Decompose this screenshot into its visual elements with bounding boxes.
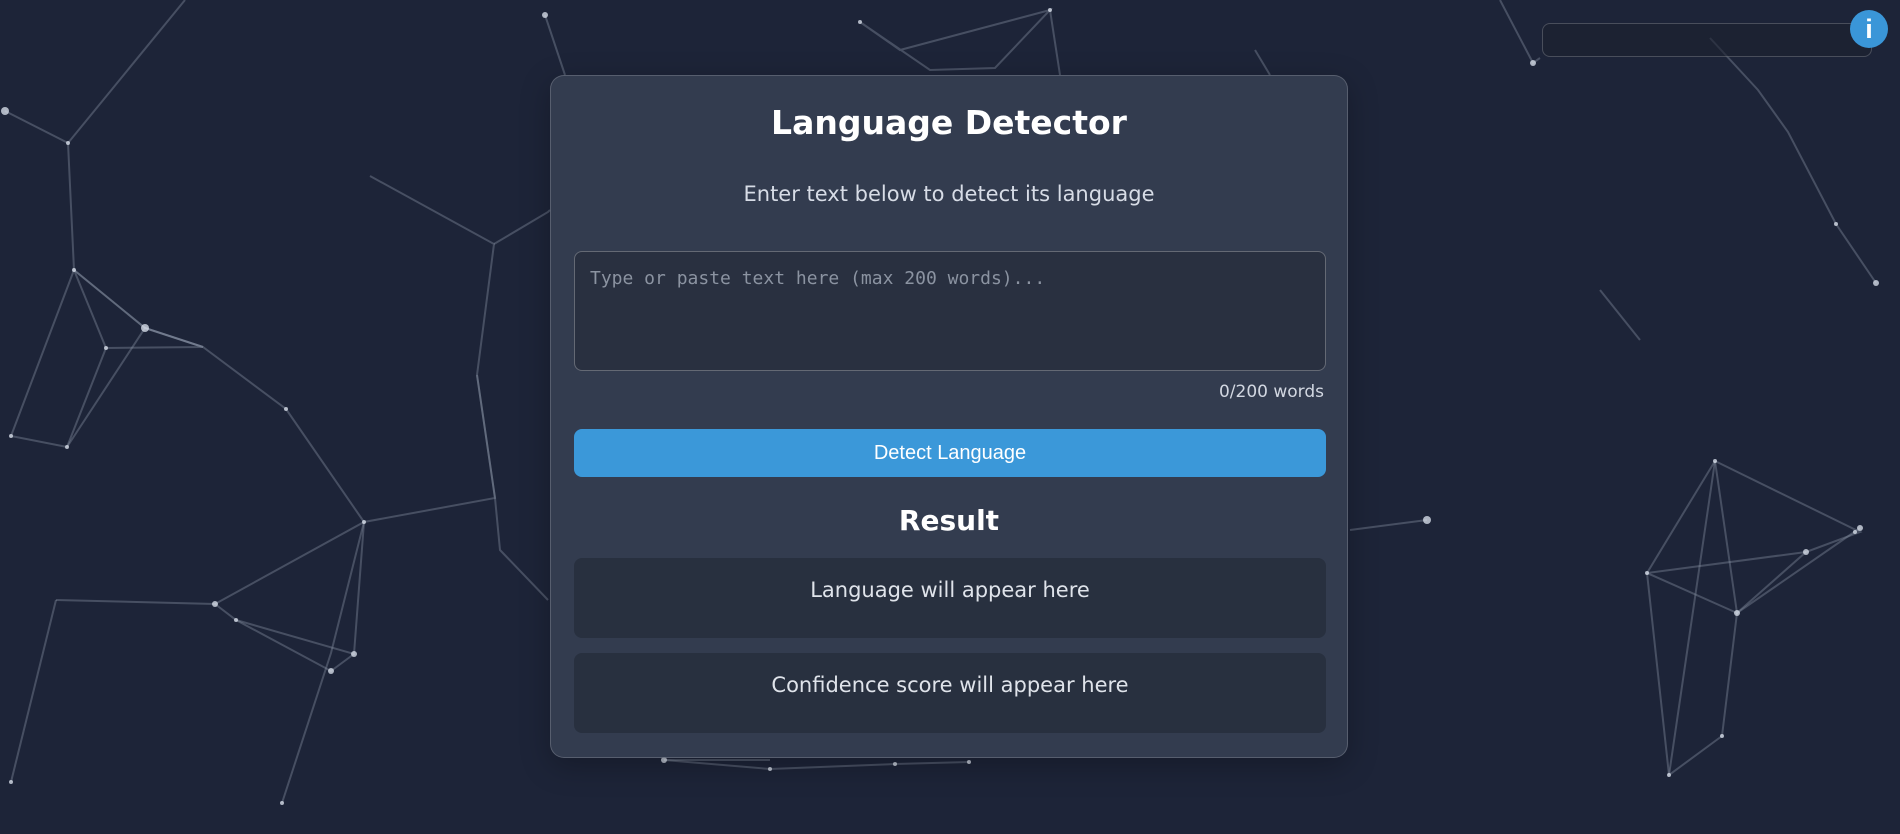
info-icon: i bbox=[1865, 14, 1873, 44]
text-input[interactable] bbox=[574, 251, 1326, 371]
page-subtitle: Enter text below to detect its language bbox=[743, 182, 1155, 206]
language-result: Language will appear here bbox=[574, 558, 1326, 638]
language-detector-card: Language Detector Enter text below to de… bbox=[550, 75, 1348, 758]
confidence-result: Confidence score will appear here bbox=[574, 653, 1326, 733]
result-title: Result bbox=[898, 504, 1000, 537]
page-title: Language Detector bbox=[771, 103, 1127, 142]
confidence-result-text: Confidence score will appear here bbox=[771, 673, 1129, 697]
search-input[interactable] bbox=[1542, 23, 1872, 57]
detect-language-button[interactable]: Detect Language bbox=[574, 429, 1326, 477]
word-count: 0/200 words bbox=[1218, 382, 1324, 402]
info-button[interactable]: i bbox=[1850, 10, 1888, 48]
language-result-text: Language will appear here bbox=[810, 578, 1090, 602]
